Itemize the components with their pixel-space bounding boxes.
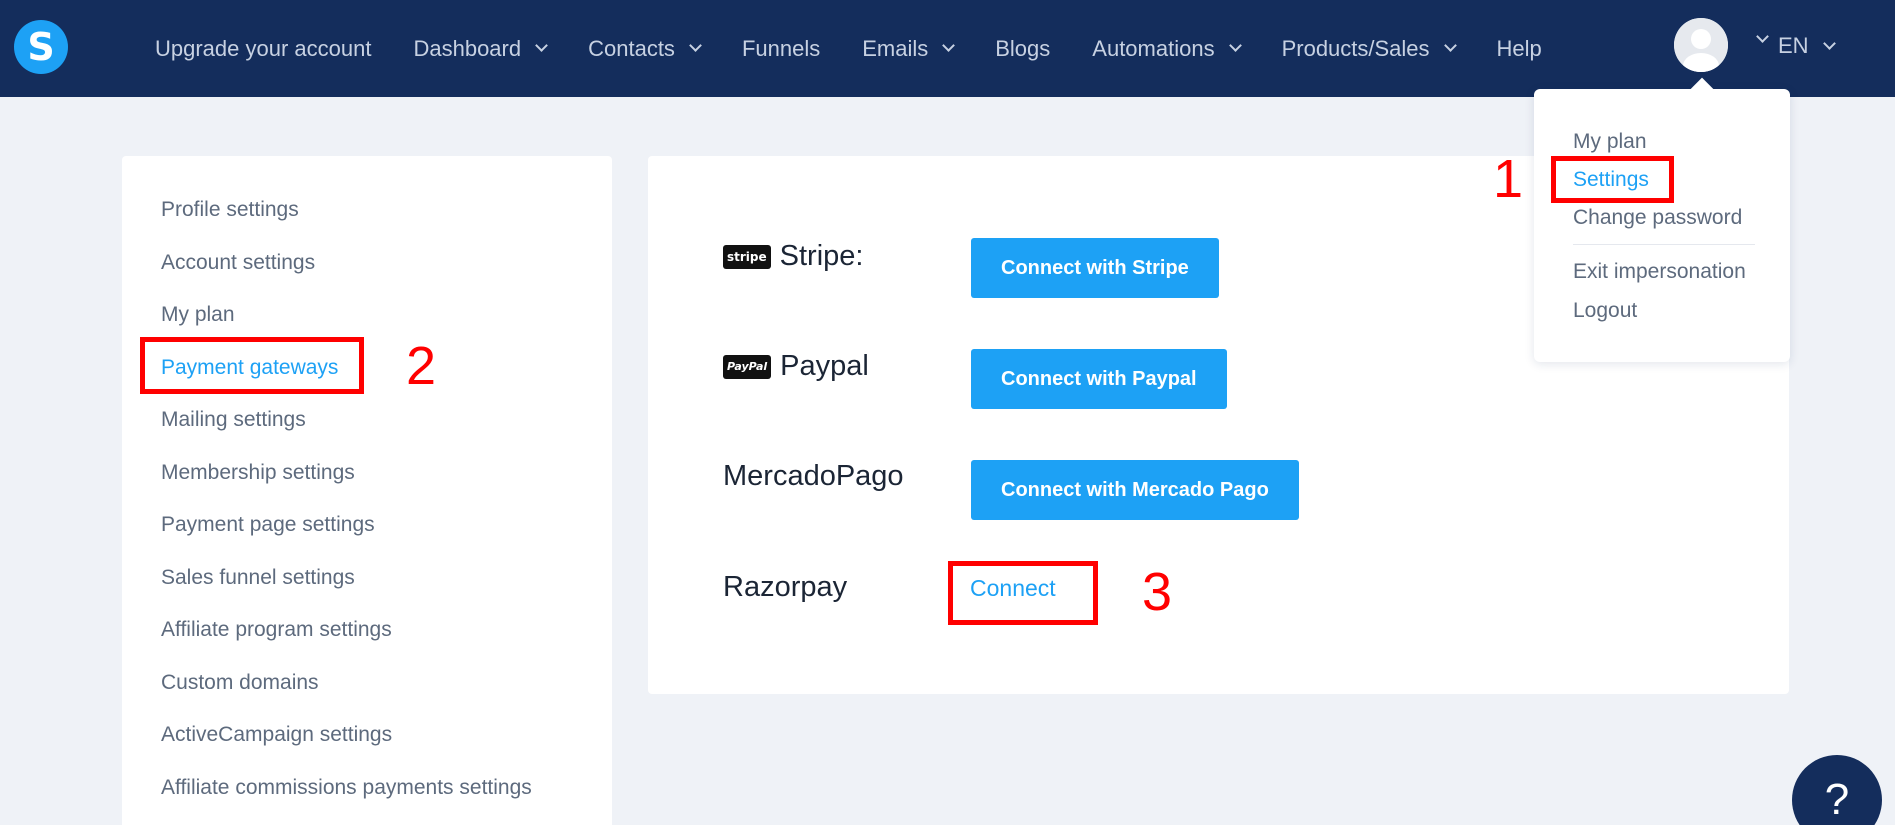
annotation-step-2: 2	[406, 336, 437, 396]
annotation-step-1: 1	[1493, 149, 1524, 209]
nav-automations-label: Automations	[1092, 35, 1215, 61]
help-bubble-button[interactable]: ?	[1792, 755, 1882, 825]
annotation-step-3: 3	[1142, 562, 1173, 622]
mercadopago-name: MercadoPago	[723, 460, 904, 492]
nav-emails[interactable]: Emails	[862, 35, 956, 62]
mercadopago-gateway-label: MercadoPago	[723, 460, 904, 493]
nav-blogs-label: Blogs	[995, 35, 1051, 61]
nav-help-label: Help	[1496, 35, 1542, 61]
menu-item-change-password[interactable]: Change password	[1573, 206, 1742, 230]
settings-sidebar: Profile settings Account settings My pla…	[122, 156, 612, 825]
nav-automations[interactable]: Automations	[1092, 35, 1242, 62]
paypal-name: Paypal	[780, 350, 869, 382]
sidebar-item-custom-domains[interactable]: Custom domains	[161, 671, 319, 695]
chevron-down-icon	[689, 39, 702, 52]
annotation-box-settings	[1551, 156, 1674, 203]
sidebar-item-membership-settings[interactable]: Membership settings	[161, 461, 355, 485]
nav-blogs[interactable]: Blogs	[995, 36, 1050, 62]
menu-item-my-plan[interactable]: My plan	[1573, 130, 1647, 154]
nav-help[interactable]: Help	[1497, 36, 1542, 62]
sidebar-item-payment-page-settings[interactable]: Payment page settings	[161, 513, 375, 537]
nav-contacts-label: Contacts	[588, 35, 675, 61]
stripe-logo-icon: stripe	[723, 244, 771, 269]
razorpay-name: Razorpay	[723, 571, 848, 603]
nav-dashboard[interactable]: Dashboard	[413, 35, 548, 62]
nav-funnels-label: Funnels	[741, 35, 821, 61]
chevron-down-icon	[1822, 36, 1836, 50]
user-avatar-icon	[1674, 18, 1728, 72]
language-selector[interactable]: EN	[1778, 33, 1836, 59]
annotation-box-razorpay-connect	[948, 561, 1098, 625]
chevron-down-icon	[1443, 39, 1457, 52]
nav-products-sales[interactable]: Products/Sales	[1281, 35, 1457, 62]
sidebar-item-activecampaign-settings[interactable]: ActiveCampaign settings	[161, 723, 392, 747]
account-dropdown-menu: My plan Settings Change password Exit im…	[1534, 89, 1790, 362]
nav-funnels[interactable]: Funnels	[742, 36, 820, 62]
nav-emails-label: Emails	[862, 35, 929, 61]
nav-dashboard-label: Dashboard	[413, 35, 522, 61]
chevron-down-icon	[1228, 39, 1242, 52]
sidebar-item-profile-settings[interactable]: Profile settings	[161, 198, 299, 222]
chevron-down-icon	[535, 39, 548, 52]
nav-contacts[interactable]: Contacts	[588, 35, 702, 62]
sidebar-item-affiliate-program-settings[interactable]: Affiliate program settings	[161, 618, 392, 642]
connect-mercadopago-button[interactable]: Connect with Mercado Pago	[971, 460, 1299, 520]
nav-upgrade-account-label: Upgrade your account	[155, 35, 372, 61]
sidebar-item-sales-funnel-settings[interactable]: Sales funnel settings	[161, 566, 355, 590]
nav-products-sales-label: Products/Sales	[1281, 35, 1430, 61]
sidebar-item-account-settings[interactable]: Account settings	[161, 251, 315, 275]
stripe-gateway-label: stripe Stripe:	[723, 240, 863, 273]
connect-paypal-button[interactable]: Connect with Paypal	[971, 349, 1227, 409]
connect-stripe-button[interactable]: Connect with Stripe	[971, 238, 1219, 298]
user-avatar[interactable]	[1674, 18, 1728, 72]
sidebar-item-affiliate-commissions-payments-settings[interactable]: Affiliate commissions payments settings	[161, 776, 532, 800]
razorpay-gateway-label: Razorpay	[723, 571, 847, 604]
paypal-gateway-label: PayPal Paypal	[723, 350, 869, 383]
menu-item-logout[interactable]: Logout	[1573, 299, 1637, 323]
paypal-logo-icon: PayPal	[723, 354, 772, 379]
nav-upgrade-account[interactable]: Upgrade your account	[155, 36, 371, 62]
chevron-down-icon	[942, 39, 956, 52]
annotation-box-payment-gateways	[140, 337, 364, 394]
main-nav: Upgrade your account Dashboard Contacts …	[155, 0, 1584, 97]
menu-item-exit-impersonation[interactable]: Exit impersonation	[1573, 260, 1746, 284]
stripe-name: Stripe:	[779, 240, 864, 272]
sidebar-item-my-plan[interactable]: My plan	[161, 303, 235, 327]
account-chevron-down-icon[interactable]	[1756, 30, 1769, 43]
top-navigation-bar: S Upgrade your account Dashboard Contact…	[0, 0, 1895, 97]
sidebar-item-mailing-settings[interactable]: Mailing settings	[161, 408, 306, 432]
menu-divider	[1573, 244, 1755, 245]
language-label: EN	[1778, 33, 1809, 58]
app-logo[interactable]: S	[14, 20, 68, 74]
